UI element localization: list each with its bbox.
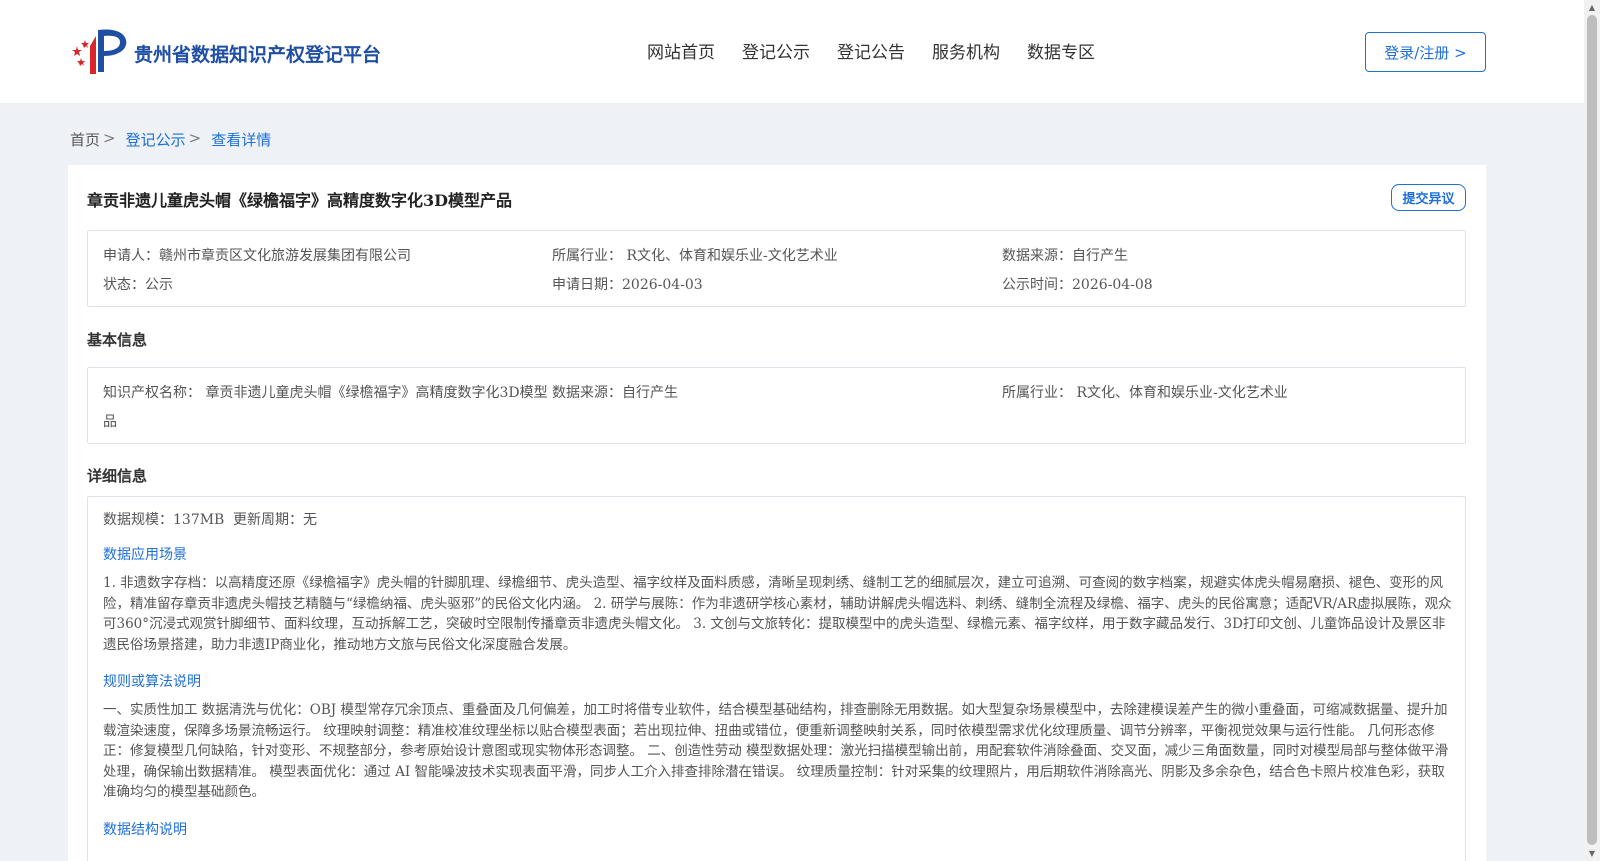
login-register-button[interactable]: 登录/注册 >: [1365, 32, 1486, 72]
basic-data-source: 数据来源：自行产生: [548, 382, 678, 402]
nav-registration-public[interactable]: 登记公示: [742, 38, 810, 63]
basic-info-box: 知识产权名称： 章贡非遗儿童虎头帽《绿檐福字》高精度数字化3D模型产 数据来源：…: [87, 367, 1466, 444]
basic-industry: 所属行业： R文化、体育和娱乐业-文化艺术业: [1002, 385, 1288, 401]
breadcrumb-registration-public[interactable]: 登记公示: [126, 129, 186, 150]
breadcrumb-separator: >: [188, 129, 202, 147]
scroll-down-arrow-icon[interactable]: ▼: [1584, 846, 1600, 861]
ip-name: 知识产权名称： 章贡非遗儿童虎头帽《绿檐福字》高精度数字化3D模型产: [103, 385, 562, 401]
breadcrumb-home[interactable]: 首页: [70, 129, 100, 150]
scroll-up-arrow-icon[interactable]: ▲: [1584, 0, 1600, 15]
apply-date: 申请日期：2026-04-03: [552, 277, 703, 293]
applicant: 申请人：赣州市章贡区文化旅游发展集团有限公司: [103, 248, 411, 264]
data-scale: 数据规模：137MB: [103, 512, 225, 528]
submit-objection-button[interactable]: 提交异议: [1391, 184, 1466, 211]
rules-text: 一、实质性加工 数据清洗与优化：OBJ 模型常存冗余顶点、重叠面及几何偏差，加工…: [103, 702, 1449, 801]
site-title: 贵州省数据知识产权登记平台: [134, 43, 382, 66]
nav-data-zone[interactable]: 数据专区: [1027, 38, 1095, 63]
detail-card: 章贡非遗儿童虎头帽《绿檐福字》高精度数字化3D模型产品 提交异议 申请人：赣州市…: [68, 165, 1486, 861]
site-header: 贵州省数据知识产权登记平台 网站首页 登记公示 登记公告 服务机构 数据专区 登…: [0, 0, 1584, 103]
publish-date: 公示时间：2026-04-08: [1002, 277, 1153, 293]
nav-service-agencies[interactable]: 服务机构: [932, 38, 1000, 63]
rules-heading: 规则或算法说明: [103, 674, 201, 690]
status: 状态：公示: [103, 277, 173, 293]
scenario-text: 1. 非遗数字存档：以高精度还原《绿檐福字》虎头帽的针脚肌理、绿檐细节、虎头造型…: [103, 575, 1452, 653]
main-nav: 网站首页 登记公示 登记公告 服务机构 数据专区: [647, 38, 1122, 63]
basic-info-heading: 基本信息: [87, 331, 148, 349]
detail-info-box: 数据规模：137MB 更新周期：无 数据应用场景 1. 非遗数字存档：以高精度还…: [87, 496, 1466, 861]
breadcrumb: 首页 > 登记公示 > 查看详情: [70, 129, 271, 150]
update-cycle: 更新周期：无: [233, 512, 317, 528]
data-source: 数据来源：自行产生: [1002, 248, 1128, 264]
page-title: 章贡非遗儿童虎头帽《绿檐福字》高精度数字化3D模型产品: [87, 191, 513, 210]
ip-name-wrap: 品: [103, 414, 117, 430]
nav-registration-notice[interactable]: 登记公告: [837, 38, 905, 63]
detail-info-heading: 详细信息: [87, 467, 148, 485]
industry: 所属行业： R文化、体育和娱乐业-文化艺术业: [552, 248, 838, 264]
breadcrumb-separator: >: [103, 129, 116, 147]
logo-emblem-icon: [70, 26, 130, 78]
scrollbar-thumb[interactable]: [1587, 15, 1597, 845]
breadcrumb-current: 查看详情: [211, 131, 272, 149]
site-logo[interactable]: 贵州省数据知识产权登记平台: [70, 26, 381, 78]
summary-box: 申请人：赣州市章贡区文化旅游发展集团有限公司 所属行业： R文化、体育和娱乐业-…: [87, 230, 1466, 307]
page-scrollbar[interactable]: ▲ ▼: [1584, 0, 1600, 861]
structure-heading: 数据结构说明: [103, 822, 187, 838]
scenario-heading: 数据应用场景: [103, 547, 187, 563]
nav-home[interactable]: 网站首页: [647, 38, 715, 63]
